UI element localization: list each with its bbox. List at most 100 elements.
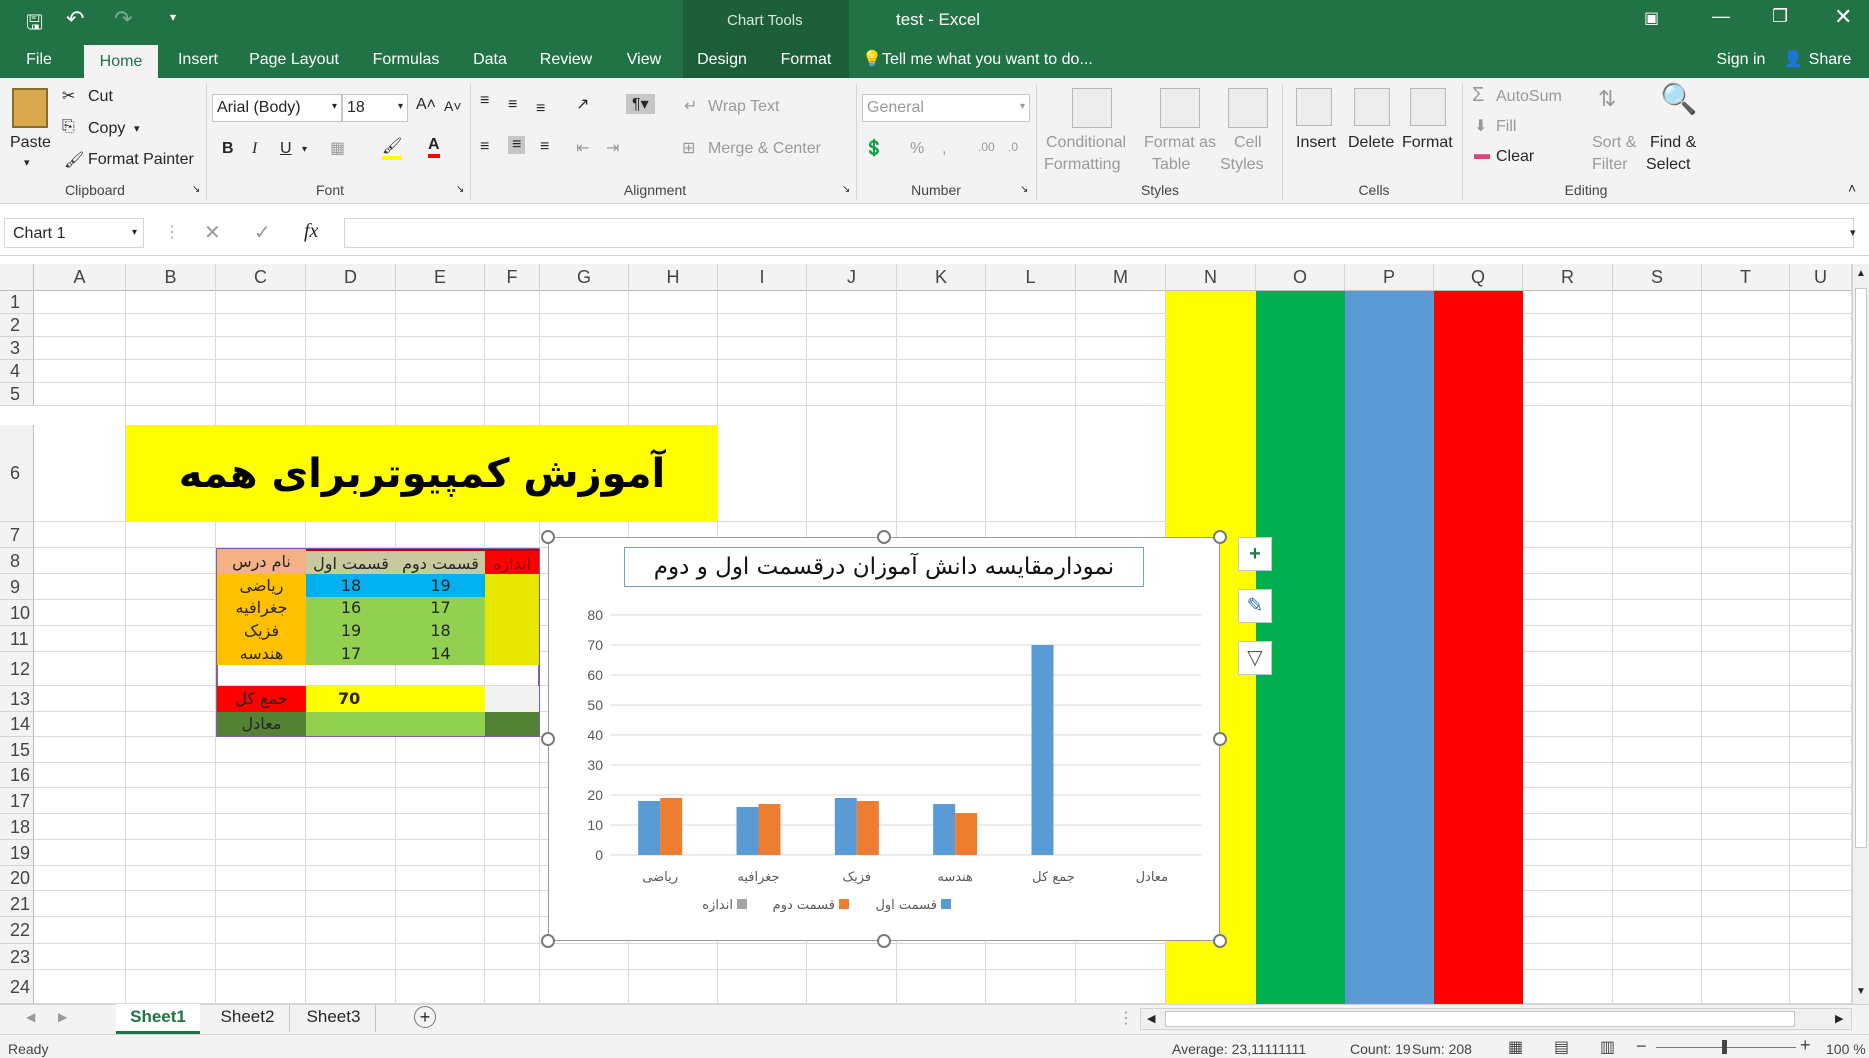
horizontal-scrollbar[interactable]: ◀ ▶	[1140, 1008, 1852, 1030]
average-value-size[interactable]	[485, 712, 539, 736]
total-value-part2[interactable]	[396, 686, 485, 712]
borders-icon[interactable]: ▦	[330, 138, 345, 158]
tab-home[interactable]: Home	[84, 45, 158, 78]
row-header[interactable]: 14	[0, 712, 34, 737]
row-header[interactable]: 5	[0, 383, 34, 406]
paste-dropdown-icon[interactable]: ▾	[24, 156, 30, 169]
column-header[interactable]: I	[718, 264, 807, 291]
column-header[interactable]: O	[1256, 264, 1345, 291]
resize-handle-br[interactable]	[1213, 934, 1227, 948]
accounting-icon[interactable]: 💲	[864, 138, 884, 158]
resize-handle-ml[interactable]	[541, 732, 555, 746]
table-row-part2[interactable]: 17	[396, 597, 485, 619]
row-header[interactable]: 15	[0, 737, 34, 763]
top-align-icon[interactable]: ≡	[480, 92, 489, 110]
align-center-icon[interactable]: ≡	[508, 136, 526, 154]
column-header[interactable]: D	[306, 264, 396, 291]
row-header[interactable]: 23	[0, 944, 34, 970]
column-header[interactable]: T	[1702, 264, 1790, 291]
page-layout-view-icon[interactable]: ▤	[1554, 1037, 1569, 1057]
select-all-corner[interactable]	[0, 264, 34, 291]
column-header[interactable]: Q	[1434, 264, 1523, 291]
column-header[interactable]: K	[897, 264, 986, 291]
tell-me-box[interactable]: Tell me what you want to do...	[882, 42, 1112, 78]
cell-styles-button-2[interactable]: Styles	[1220, 156, 1264, 174]
font-name-box[interactable]: Arial (Body) ▾	[212, 94, 342, 122]
table-row-course[interactable]: فزیک	[217, 619, 306, 642]
zoom-in-icon[interactable]: +	[1800, 1035, 1811, 1056]
number-format-box[interactable]: General ▾	[862, 94, 1030, 122]
column-header[interactable]: S	[1613, 264, 1702, 291]
scroll-down-icon[interactable]: ▼	[1856, 986, 1866, 997]
ribbon-display-icon[interactable]: ▣	[1644, 8, 1659, 28]
column-header[interactable]: N	[1166, 264, 1256, 291]
name-box[interactable]: Chart 1 ▾	[4, 218, 144, 248]
number-launcher-icon[interactable]: ↘	[1020, 184, 1028, 195]
tab-format[interactable]: Format	[770, 42, 842, 78]
header-course-name[interactable]: نام درس	[217, 549, 306, 574]
save-icon[interactable]: 🖫	[26, 8, 43, 42]
bold-button[interactable]: B	[222, 140, 234, 158]
row-header[interactable]: 4	[0, 360, 34, 383]
vertical-scrollbar[interactable]: ▲ ▼	[1852, 264, 1869, 1004]
chart-styles-button[interactable]: ✎	[1238, 589, 1272, 623]
clipboard-launcher-icon[interactable]: ↘	[192, 184, 200, 195]
row-header[interactable]: 12	[0, 652, 34, 686]
row-header[interactable]: 24	[0, 970, 34, 1004]
zoom-level[interactable]: 100 %	[1826, 1041, 1866, 1057]
table-row-size[interactable]	[485, 619, 539, 642]
average-label[interactable]: معادل	[217, 712, 306, 736]
page-break-view-icon[interactable]: ▥	[1600, 1037, 1615, 1057]
font-color-icon[interactable]: A	[428, 136, 440, 158]
font-size-box[interactable]: 18 ▾	[342, 94, 408, 122]
table-row-part2[interactable]: 19	[396, 574, 485, 597]
row-header[interactable]: 3	[0, 337, 34, 360]
increase-decimal-icon[interactable]: .00	[978, 140, 995, 154]
row-header[interactable]: 6	[0, 425, 34, 522]
split-handle-icon[interactable]: ⋮	[1118, 1008, 1134, 1028]
average-value-part1[interactable]	[306, 712, 485, 736]
sheet-tab-sheet2[interactable]: Sheet2	[206, 1004, 290, 1032]
row-header[interactable]: 11	[0, 626, 34, 652]
resize-handle-bl[interactable]	[541, 934, 555, 948]
copy-button[interactable]: Copy	[88, 120, 125, 138]
hscroll-thumb[interactable]	[1165, 1011, 1795, 1027]
fill-color-icon[interactable]: 🖌	[382, 136, 403, 160]
title-banner[interactable]: آموزش کمپیوتربرای همه	[126, 425, 718, 522]
table-row-course[interactable]: ریاضی	[217, 574, 306, 597]
sort-filter-button[interactable]: Sort &	[1592, 134, 1636, 152]
minimize-icon[interactable]: —	[1712, 6, 1730, 27]
column-header[interactable]: L	[986, 264, 1076, 291]
increase-indent-icon[interactable]: ⇥	[606, 138, 619, 158]
insert-cells-button[interactable]: Insert	[1296, 134, 1336, 152]
column-header[interactable]: U	[1790, 264, 1852, 291]
sign-in-link[interactable]: Sign in	[1710, 42, 1772, 78]
rtl-icon[interactable]: ¶▾	[626, 94, 655, 114]
row-header[interactable]: 10	[0, 600, 34, 626]
comma-icon[interactable]: ,	[942, 140, 946, 158]
restore-icon[interactable]: ❐	[1772, 6, 1788, 27]
column-header[interactable]: M	[1076, 264, 1166, 291]
row-header[interactable]: 1	[0, 291, 34, 314]
share-button[interactable]: Share	[1804, 42, 1856, 78]
paste-button[interactable]: Paste	[10, 134, 51, 152]
row-header[interactable]: 2	[0, 314, 34, 337]
table-row-size[interactable]	[485, 642, 539, 665]
redo-icon[interactable]: ↷	[114, 6, 132, 32]
orientation-icon[interactable]: ↗	[576, 94, 589, 114]
row-header[interactable]: 20	[0, 866, 34, 891]
cut-button[interactable]: Cut	[88, 88, 113, 106]
paste-icon[interactable]	[12, 88, 48, 128]
chart-elements-button[interactable]: +	[1238, 537, 1272, 571]
column-header[interactable]: F	[485, 264, 540, 291]
scroll-left-icon[interactable]: ◀	[1147, 1012, 1155, 1025]
table-row-part1[interactable]: 18	[306, 574, 396, 597]
format-as-table-button-2[interactable]: Table	[1152, 156, 1190, 174]
scroll-up-icon[interactable]: ▲	[1856, 268, 1866, 279]
expand-formula-icon[interactable]: ▾	[1850, 226, 1856, 239]
sheet-tab-sheet3[interactable]: Sheet3	[292, 1004, 376, 1032]
bottom-align-icon[interactable]: ≡	[536, 100, 545, 118]
row-header[interactable]: 19	[0, 840, 34, 866]
decrease-indent-icon[interactable]: ⇤	[576, 138, 589, 158]
align-right-icon[interactable]: ≡	[540, 138, 549, 156]
